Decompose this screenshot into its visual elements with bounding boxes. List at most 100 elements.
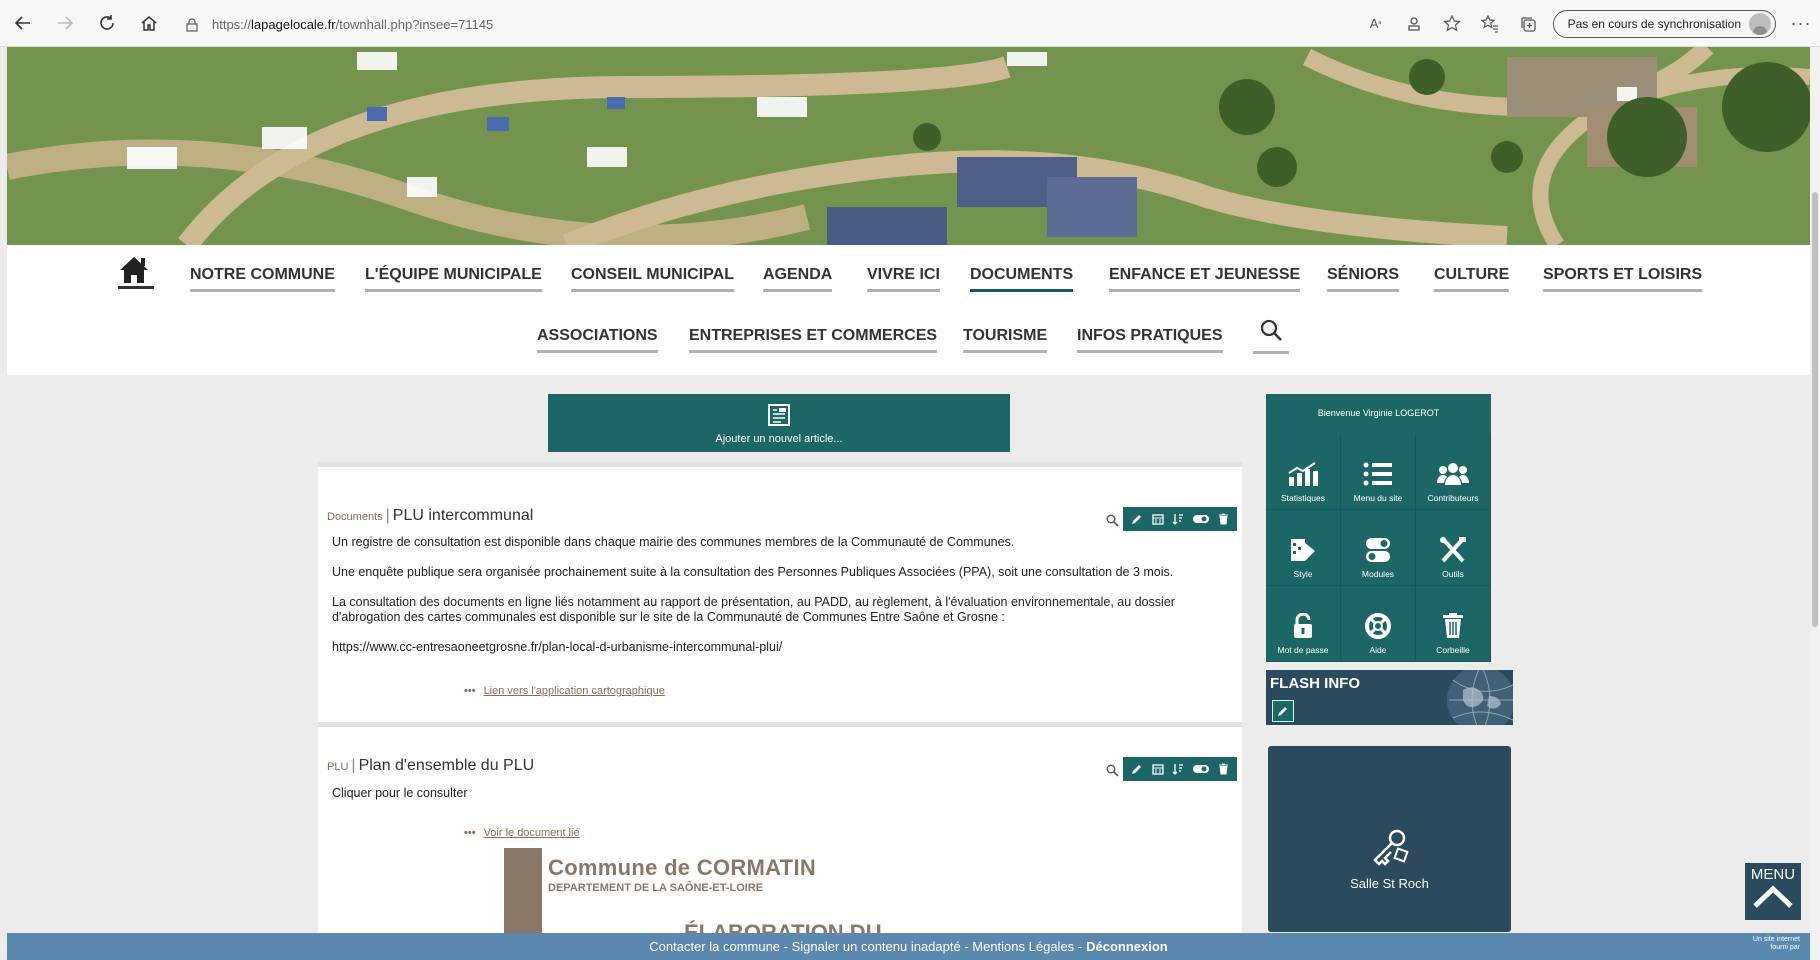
edit-icon[interactable] — [1131, 513, 1143, 525]
calendar-icon[interactable] — [1152, 513, 1164, 525]
nav-vivre-ici[interactable]: VIVRE ICI — [867, 266, 940, 292]
admin-tile-label: Menu du site — [1353, 493, 1403, 503]
admin-tile-label: Mot de passe — [1277, 645, 1329, 655]
browser-toolbar: https://lapagelocale.fr/townhall.php?ins… — [0, 0, 1820, 47]
footer-links[interactable]: Contacter la commune - Signaler un conte… — [649, 939, 1082, 954]
article-url[interactable]: https://www.cc-entresaoneetgrosne.fr/pla… — [332, 640, 1230, 655]
nav-conseil-municipal[interactable]: CONSEIL MUNICIPAL — [571, 266, 734, 292]
add-favorite-icon[interactable] — [1433, 5, 1471, 43]
admin-tile-label: Outils — [1442, 569, 1464, 579]
hero-banner-image — [7, 47, 1810, 245]
sync-label: Pas en cours de synchronisation — [1567, 16, 1741, 31]
pencil-icon[interactable] — [1272, 700, 1294, 722]
article-toolbar — [1123, 757, 1237, 781]
admin-modules[interactable]: Modules — [1341, 510, 1416, 586]
nav-tourisme[interactable]: TOURISME — [963, 327, 1048, 353]
edit-icon[interactable] — [1131, 763, 1143, 775]
salle-label: Salle St Roch — [1350, 876, 1429, 891]
list-icon — [1363, 462, 1392, 486]
nav-associations[interactable]: ASSOCIATIONS — [537, 327, 658, 353]
admin-outils[interactable]: Outils — [1416, 510, 1491, 586]
add-article-label: Ajouter un nouvel article... — [715, 433, 843, 445]
nav-culture[interactable]: CULTURE — [1434, 266, 1510, 292]
admin-tile-label: Aide — [1369, 645, 1387, 655]
trash-icon[interactable] — [1218, 513, 1229, 525]
page-scrollbar[interactable] — [1810, 47, 1820, 960]
collections-icon[interactable] — [1509, 5, 1547, 43]
document-preview-image[interactable]: Commune de CORMATIN DEPARTEMENT DE LA SA… — [504, 848, 1044, 933]
nav-equipe-municipale[interactable]: L'ÉQUIPE MUNICIPALE — [365, 266, 542, 292]
article-category[interactable]: Documents — [327, 511, 383, 523]
lifebuoy-icon — [1365, 613, 1391, 639]
menu-button[interactable]: MENU — [1745, 863, 1801, 920]
welcome-text: Bienvenue Virginie LOGEROT — [1317, 408, 1440, 418]
nav-infos-pratiques[interactable]: INFOS PRATIQUES — [1077, 327, 1223, 353]
more-dots-icon: ••• — [464, 827, 476, 839]
forward-icon[interactable] — [46, 4, 84, 42]
flash-info-title: FLASH INFO — [1270, 675, 1360, 692]
home-browser-icon[interactable] — [130, 4, 168, 42]
article-header: Documents | PLU intercommunal — [327, 507, 534, 524]
paint-icon — [1291, 539, 1315, 561]
refresh-icon[interactable] — [88, 4, 126, 42]
sync-button[interactable]: Pas en cours de synchronisation — [1552, 9, 1776, 38]
linked-document-link-label: Voir le document lié — [483, 827, 580, 839]
article-paragraph: La consultation des documents en ligne l… — [332, 595, 1175, 624]
admin-style[interactable]: Style — [1266, 510, 1341, 586]
sort-icon[interactable] — [1172, 513, 1184, 525]
read-aloud-icon[interactable]: Aᵃ — [1357, 5, 1395, 43]
search-icon[interactable] — [1253, 318, 1289, 354]
salle-st-roch-card[interactable]: Salle St Roch — [1268, 746, 1511, 932]
nav-seniors[interactable]: SÉNIORS — [1327, 266, 1400, 292]
logout-link[interactable]: Déconnexion — [1086, 939, 1168, 954]
more-options-icon[interactable]: ··· — [1782, 5, 1820, 43]
url-path: /townhall.php?insee=71145 — [335, 17, 494, 32]
address-bar[interactable]: https://lapagelocale.fr/townhall.php?ins… — [186, 11, 1366, 38]
nav-enfance-jeunesse[interactable]: ENFANCE ET JEUNESSE — [1109, 266, 1301, 292]
zoom-icon[interactable] — [1106, 514, 1120, 528]
users-icon — [1437, 463, 1469, 485]
nav-sports-loisirs[interactable]: SPORTS ET LOISIRS — [1543, 266, 1703, 292]
keys-icon — [1373, 829, 1409, 866]
nav-notre-commune[interactable]: NOTRE COMMUNE — [190, 266, 335, 292]
nav-documents[interactable]: DOCUMENTS — [970, 266, 1074, 292]
admin-aide[interactable]: Aide — [1341, 586, 1416, 662]
toggle-icon[interactable] — [1193, 514, 1210, 524]
nav-agenda[interactable]: AGENDA — [763, 266, 833, 292]
lock-open-icon — [1294, 613, 1312, 638]
article-title[interactable]: PLU intercommunal — [393, 507, 534, 524]
document-subtitle: DEPARTEMENT DE LA SAÔNE-ET-LOIRE — [548, 882, 764, 894]
calendar-icon[interactable] — [1152, 763, 1164, 775]
document-title: Commune de CORMATIN — [548, 855, 817, 880]
linked-document-link[interactable]: ••• Voir le document lié — [464, 827, 580, 839]
zoom-icon[interactable] — [1106, 764, 1120, 778]
add-article-button[interactable]: Ajouter un nouvel article... — [548, 394, 1010, 452]
nav-entreprises-commerces[interactable]: ENTREPRISES ET COMMERCES — [689, 327, 938, 353]
footer-brand[interactable]: Un site internet fourni par — [1753, 936, 1800, 952]
admin-corbeille[interactable]: Corbeille — [1416, 586, 1491, 662]
toggle-icon[interactable] — [1193, 764, 1210, 774]
url-prefix: https:// — [212, 17, 252, 32]
admin-mot-de-passe[interactable]: Mot de passe — [1266, 586, 1341, 662]
admin-tile-label: Corbeille — [1436, 645, 1470, 655]
trash-icon[interactable] — [1218, 763, 1229, 775]
map-app-link-label: Lien vers l'application cartographique — [483, 685, 665, 697]
more-dots-icon: ••• — [464, 685, 476, 697]
scrollbar-thumb[interactable] — [1812, 192, 1818, 627]
modules-toggle-icon — [1366, 538, 1390, 562]
sort-icon[interactable] — [1172, 763, 1184, 775]
article-category[interactable]: PLU — [327, 761, 348, 773]
lock-icon — [186, 17, 200, 32]
admin-contributeurs[interactable]: Contributeurs — [1416, 434, 1491, 510]
admin-statistiques[interactable]: Statistiques — [1266, 434, 1341, 510]
article-paragraph: Une enquête publique sera organisée proc… — [332, 565, 1174, 579]
back-icon[interactable] — [4, 4, 42, 42]
article-toolbar — [1123, 507, 1237, 531]
article-paragraph: Cliquer pour le consulter — [332, 786, 468, 800]
immersive-reader-icon[interactable] — [1395, 5, 1433, 43]
home-icon[interactable] — [118, 255, 154, 289]
article-title[interactable]: Plan d'ensemble du PLU — [359, 757, 535, 774]
favorites-icon[interactable] — [1471, 5, 1509, 43]
map-app-link[interactable]: ••• Lien vers l'application cartographiqu… — [464, 685, 665, 697]
admin-menu-du-site[interactable]: Menu du site — [1341, 434, 1416, 510]
